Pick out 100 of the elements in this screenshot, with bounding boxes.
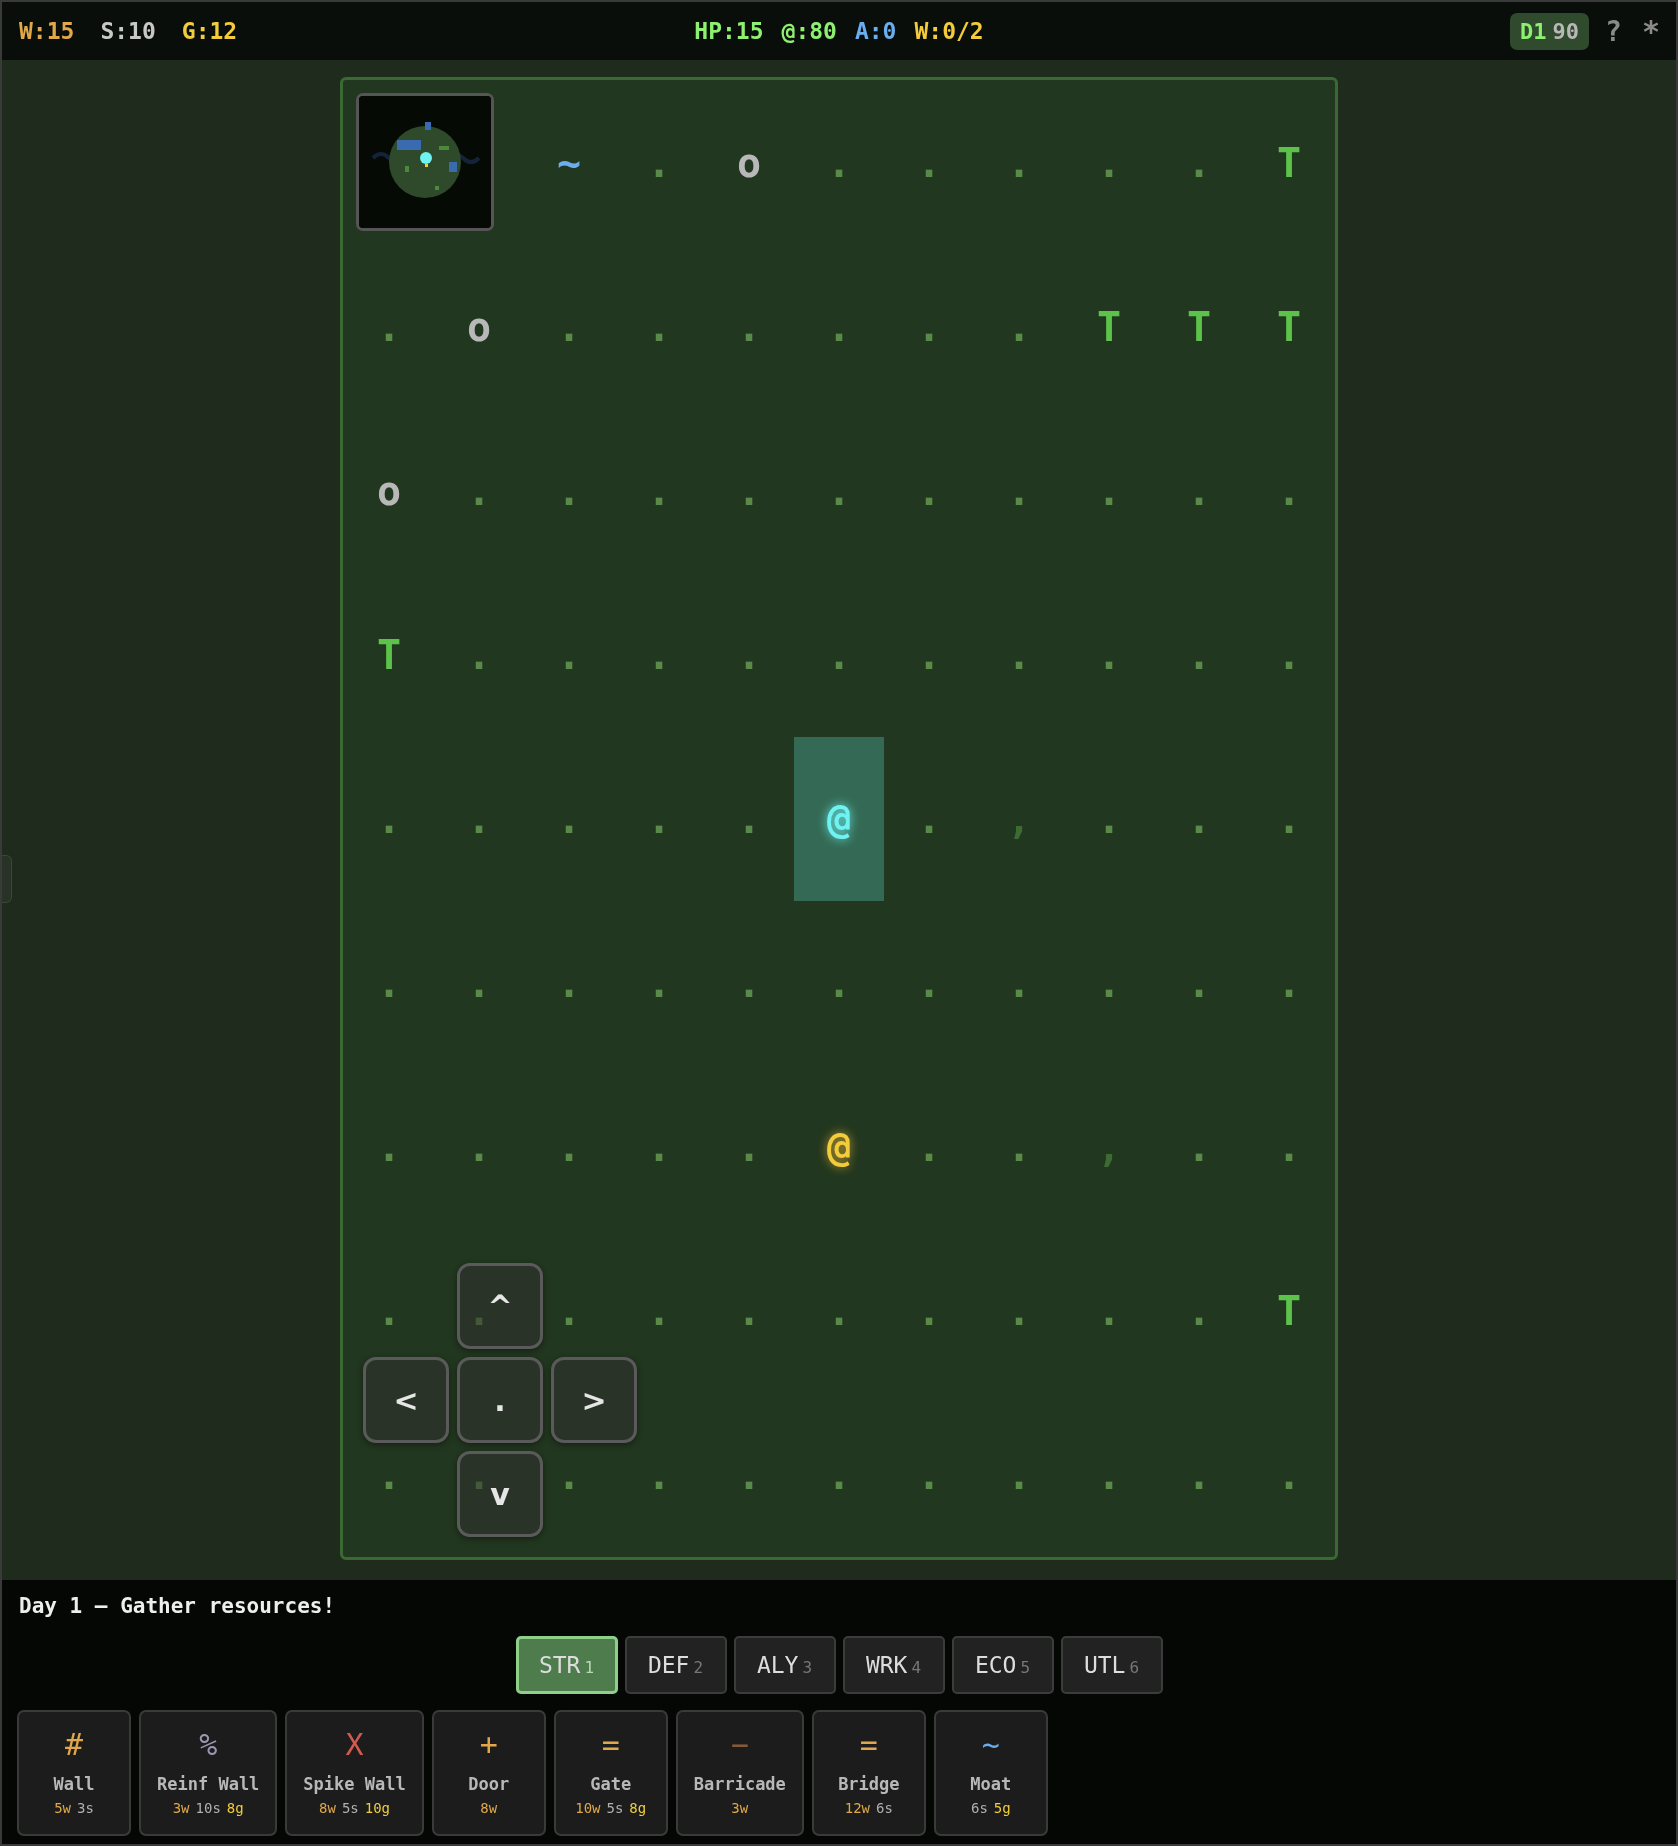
cost-label: 12w bbox=[844, 1800, 871, 1816]
rock-symbol: o bbox=[466, 307, 492, 347]
floor-symbol: . bbox=[1276, 635, 1302, 675]
build-symbol: − bbox=[730, 1730, 749, 1760]
floor-symbol: . bbox=[826, 307, 852, 347]
floor-symbol: . bbox=[916, 1127, 942, 1167]
floor-symbol: . bbox=[1006, 963, 1032, 1003]
grass-symbol: , bbox=[1006, 799, 1032, 839]
floor-symbol: . bbox=[646, 963, 672, 1003]
floor-symbol: . bbox=[916, 635, 942, 675]
floor-symbol: . bbox=[826, 635, 852, 675]
category-tab[interactable]: ALY 3 bbox=[733, 1636, 836, 1694]
right-button[interactable]: > bbox=[551, 1357, 637, 1443]
floor-symbol: . bbox=[736, 1127, 762, 1167]
status-readout: W:0/2 bbox=[914, 18, 984, 44]
floor-symbol: . bbox=[556, 635, 582, 675]
floor-symbol: . bbox=[1006, 1455, 1032, 1495]
water-symbol: ~ bbox=[556, 143, 582, 183]
tree-symbol: T bbox=[1186, 307, 1212, 347]
tree-symbol: T bbox=[1276, 307, 1302, 347]
build-card[interactable]: = Gate 10w 5s 8g bbox=[553, 1710, 668, 1836]
build-symbol: # bbox=[64, 1730, 84, 1760]
tree-symbol: T bbox=[1096, 307, 1122, 347]
build-name: Wall bbox=[53, 1774, 95, 1794]
floor-symbol: . bbox=[1186, 1455, 1212, 1495]
status-readout: HP:15 bbox=[694, 18, 764, 44]
floor-symbol: . bbox=[376, 799, 402, 839]
floor-symbol: . bbox=[646, 307, 672, 347]
floor-symbol: . bbox=[1276, 963, 1302, 1003]
floor-symbol: . bbox=[1186, 799, 1212, 839]
floor-symbol: . bbox=[1006, 307, 1032, 347]
floor-symbol: . bbox=[556, 307, 582, 347]
drawer-handle[interactable] bbox=[2, 855, 12, 903]
category-tab[interactable]: DEF 2 bbox=[624, 1636, 727, 1694]
floor-symbol: . bbox=[826, 471, 852, 511]
cost-label: 5w bbox=[54, 1800, 71, 1816]
floor-symbol: . bbox=[916, 1291, 942, 1331]
build-card[interactable]: + Door 8w bbox=[431, 1710, 546, 1836]
build-name: Barricade bbox=[693, 1774, 786, 1794]
cost-label: 6s bbox=[971, 1800, 988, 1816]
build-card[interactable]: X Spike Wall 8w 5s 10g bbox=[285, 1710, 424, 1836]
floor-symbol: . bbox=[736, 307, 762, 347]
floor-symbol: . bbox=[1186, 1127, 1212, 1167]
floor-symbol: . bbox=[736, 1291, 762, 1331]
ally-symbol: @ bbox=[826, 1127, 852, 1167]
build-name: Spike Wall bbox=[303, 1774, 406, 1794]
floor-symbol: . bbox=[1186, 963, 1212, 1003]
category-tab[interactable]: WRK 4 bbox=[842, 1636, 945, 1694]
build-card[interactable]: − Barricade 3w bbox=[675, 1710, 804, 1836]
category-tab[interactable]: STR 1 bbox=[515, 1636, 618, 1694]
floor-symbol: . bbox=[556, 1291, 582, 1331]
status-readout: @:80 bbox=[781, 18, 837, 44]
build-card[interactable]: % Reinf Wall 3w 10s 8g bbox=[139, 1710, 278, 1836]
build-card[interactable]: = Bridge 12w 6s bbox=[811, 1710, 926, 1836]
floor-symbol: . bbox=[1096, 963, 1122, 1003]
floor-symbol: . bbox=[916, 799, 942, 839]
rock-symbol: o bbox=[736, 143, 762, 183]
floor-symbol: . bbox=[1276, 799, 1302, 839]
floor-symbol: . bbox=[646, 635, 672, 675]
cost-label: 8g bbox=[226, 1800, 244, 1816]
player-symbol: @ bbox=[826, 799, 852, 839]
floor-symbol: . bbox=[1276, 1127, 1302, 1167]
floor-symbol: . bbox=[1096, 635, 1122, 675]
build-symbol: + bbox=[479, 1730, 498, 1760]
wait-button[interactable]: . bbox=[457, 1357, 543, 1443]
floor-symbol: . bbox=[1006, 143, 1032, 183]
floor-symbol: . bbox=[736, 471, 762, 511]
cost-label: 5g bbox=[993, 1800, 1011, 1816]
floor-symbol: . bbox=[1096, 471, 1122, 511]
floor-symbol: . bbox=[646, 1291, 672, 1331]
floor-symbol: . bbox=[646, 471, 672, 511]
build-name: Reinf Wall bbox=[157, 1774, 260, 1794]
cost-label: 8g bbox=[629, 1800, 647, 1816]
build-name: Door bbox=[468, 1774, 510, 1794]
grass-symbol: , bbox=[1096, 1127, 1122, 1167]
floor-symbol: . bbox=[1006, 471, 1032, 511]
build-card[interactable]: # Wall 5w 3s bbox=[17, 1710, 131, 1836]
build-symbol: = bbox=[859, 1730, 878, 1760]
floor-symbol: . bbox=[556, 471, 582, 511]
category-tab[interactable]: ECO 5 bbox=[951, 1636, 1054, 1694]
floor-symbol: . bbox=[1276, 1455, 1302, 1495]
category-tab[interactable]: UTL 6 bbox=[1060, 1636, 1163, 1694]
floor-symbol: . bbox=[826, 1455, 852, 1495]
build-name: Bridge bbox=[838, 1774, 900, 1794]
floor-symbol: . bbox=[1006, 1291, 1032, 1331]
floor-symbol: . bbox=[646, 1455, 672, 1495]
floor-symbol: . bbox=[1096, 1455, 1122, 1495]
floor-symbol: . bbox=[376, 307, 402, 347]
build-card[interactable]: ~ Moat 6s 5g bbox=[933, 1710, 1048, 1836]
day-label: D1 bbox=[1520, 18, 1547, 44]
cost-label: 10g bbox=[364, 1800, 391, 1816]
floor-symbol: . bbox=[736, 1455, 762, 1495]
floor-symbol: . bbox=[1186, 635, 1212, 675]
floor-symbol: . bbox=[646, 1127, 672, 1167]
cost-label: 8w bbox=[480, 1800, 498, 1816]
floor-symbol: . bbox=[916, 963, 942, 1003]
left-button[interactable]: < bbox=[363, 1357, 449, 1443]
floor-symbol: . bbox=[646, 799, 672, 839]
floor-symbol: . bbox=[1186, 471, 1212, 511]
resource-count: W:15 bbox=[19, 18, 75, 44]
